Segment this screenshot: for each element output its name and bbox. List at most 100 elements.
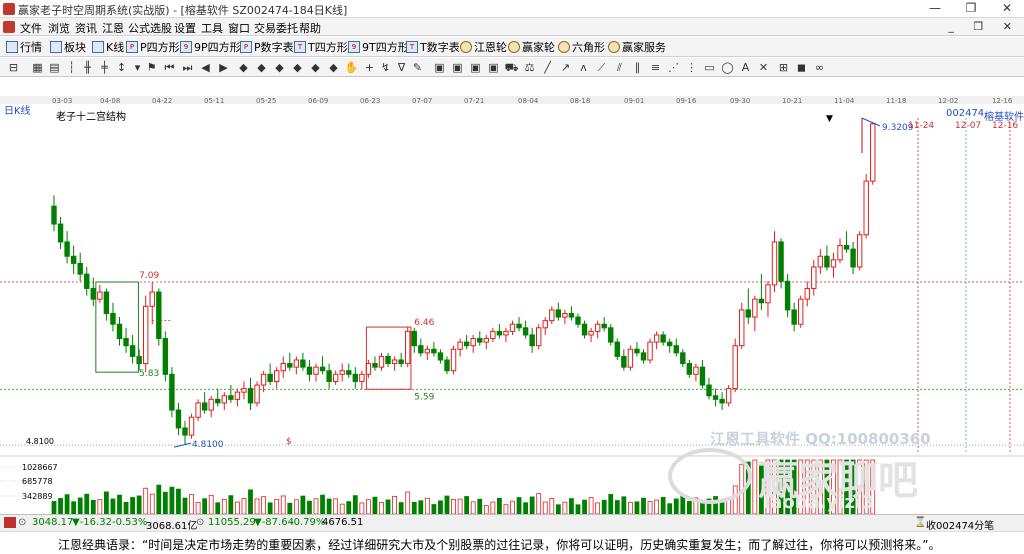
color-icon[interactable]: ◼	[794, 60, 809, 75]
period-icon[interactable]: ↕	[114, 60, 129, 75]
last-icon[interactable]: ⏭	[180, 60, 195, 75]
volume-bar	[719, 502, 725, 514]
hexagon-button[interactable]: 六角形	[558, 39, 605, 55]
infinity-icon[interactable]: ∞	[812, 60, 827, 75]
diamond-icon-1[interactable]: ◆	[236, 60, 251, 75]
table-icon[interactable]: ⊞	[776, 60, 791, 75]
p-square-button[interactable]: P P四方形	[126, 39, 180, 55]
first-icon[interactable]: ⏮	[162, 60, 177, 75]
export-icon[interactable]: ▣	[486, 60, 501, 75]
calc-icon[interactable]: ▣	[432, 60, 447, 75]
sz-index-pct: -0.79%	[290, 517, 326, 528]
t-table-button[interactable]: T T数字表	[406, 39, 460, 55]
volume-bar	[110, 498, 116, 514]
diamond-icon-6[interactable]: ◆	[326, 60, 341, 75]
kline-button[interactable]: K线	[92, 39, 124, 55]
candle	[693, 363, 699, 382]
parallel-icon[interactable]: ∥	[630, 60, 645, 75]
scale-icon[interactable]: ⚖	[522, 60, 537, 75]
fib-icon[interactable]: ≡	[648, 60, 663, 75]
kline-chart[interactable]: 03-03 04-08 04-22 05-11 05-25 06-09 06-23 07-07…	[0, 78, 1024, 514]
volume-bar	[130, 497, 136, 514]
car-icon[interactable]: ⛟	[504, 60, 519, 75]
hand-icon[interactable]: ✋	[344, 60, 359, 75]
zigzag-icon[interactable]: ʌ	[576, 60, 591, 75]
channel-icon[interactable]: ⫽	[612, 60, 627, 75]
menu-gann[interactable]: 江恩	[102, 20, 124, 36]
line-type-icon[interactable]: ╪	[97, 60, 112, 75]
p-table-button[interactable]: P P数字表	[240, 39, 294, 55]
diamond-icon-2[interactable]: ◆	[254, 60, 269, 75]
candle	[195, 399, 201, 421]
menu-help[interactable]: 帮助	[299, 20, 321, 36]
dropdown-arrow-icon[interactable]: ▼	[826, 114, 833, 124]
arrow-tool-icon[interactable]: ↗	[558, 60, 573, 75]
9p-square-button[interactable]: 9 9P四方形	[180, 39, 241, 55]
fan-icon[interactable]: ⟋	[594, 60, 609, 75]
crosshair-icon[interactable]: +	[362, 60, 377, 75]
sector-button[interactable]: 板块	[50, 39, 86, 55]
forward-icon[interactable]: ▶	[216, 60, 231, 75]
gann-wheel-button[interactable]: 江恩轮	[460, 39, 507, 55]
minimize-button[interactable]: —	[918, 0, 952, 18]
flag-icon[interactable]: ⚑	[144, 60, 159, 75]
text-icon[interactable]: A	[738, 60, 753, 75]
sector-icon	[50, 41, 62, 53]
diamond-icon-5[interactable]: ◆	[308, 60, 323, 75]
layout-icon[interactable]: ⊟	[6, 60, 21, 75]
volume-bar	[654, 499, 659, 514]
save-icon[interactable]: ▣	[450, 60, 465, 75]
menu-settings[interactable]: 设置	[174, 20, 196, 36]
menu-news[interactable]: 资讯	[75, 20, 97, 36]
candle	[536, 324, 542, 350]
pen-icon[interactable]: ↯	[378, 60, 393, 75]
candle	[143, 295, 149, 373]
menu-window[interactable]: 窗口	[228, 20, 250, 36]
mdi-controls[interactable]: _ ❐ ✕	[948, 20, 1020, 33]
menu-file[interactable]: 文件	[20, 20, 42, 36]
line-tool-icon[interactable]: ╱	[540, 60, 555, 75]
tick-label[interactable]: 收002474分笔	[926, 517, 994, 532]
delete-icon[interactable]: ✕	[756, 60, 771, 75]
rect-icon[interactable]: ▭	[702, 60, 717, 75]
gann-fan-icon[interactable]: ⋰	[666, 60, 681, 75]
diamond-icon-3[interactable]: ◆	[272, 60, 287, 75]
candle	[201, 392, 208, 414]
candle	[359, 370, 365, 390]
maximize-button[interactable]: ❐	[954, 0, 988, 18]
volume-bar	[529, 496, 535, 514]
print-icon[interactable]: ▣	[468, 60, 483, 75]
t-square-button[interactable]: T T四方形	[294, 39, 348, 55]
sh-index-value[interactable]: 3048.17	[32, 517, 73, 528]
candle	[856, 231, 863, 271]
menu-formula[interactable]: 公式选股	[128, 20, 172, 36]
winner-wheel-button[interactable]: 赢家轮	[508, 39, 555, 55]
menu-tools[interactable]: 工具	[201, 20, 223, 36]
menu-trade[interactable]: 交易委托	[254, 20, 298, 36]
back-icon[interactable]: ◀	[198, 60, 213, 75]
sz-index-value[interactable]: 11055.29	[208, 517, 256, 528]
close-button[interactable]: ✕	[990, 0, 1024, 18]
date-tick-label: 07-07	[412, 97, 432, 105]
menu-browse[interactable]: 浏览	[48, 20, 70, 36]
candle	[84, 266, 90, 296]
cycle-icon[interactable]: ⋮	[684, 60, 699, 75]
diamond-icon-4[interactable]: ◆	[290, 60, 305, 75]
winner-service-button[interactable]: 赢家服务	[608, 39, 666, 55]
bar-type-icon[interactable]: ╫	[80, 60, 95, 75]
candle-type-icon[interactable]: ┆	[64, 60, 79, 75]
ellipse-icon[interactable]: ◯	[720, 60, 735, 75]
volume-bar	[392, 495, 398, 514]
tool-icon[interactable]: ✎	[410, 60, 425, 75]
magnet-icon[interactable]: ∇	[394, 60, 409, 75]
candle	[346, 363, 352, 378]
dropdown-icon[interactable]: ▾	[130, 60, 145, 75]
list-view-icon[interactable]: ▤	[47, 60, 62, 75]
candle	[188, 413, 195, 439]
grid-view-icon[interactable]: ▦	[30, 60, 45, 75]
volume-bar	[490, 501, 496, 514]
quote-button[interactable]: 行情	[6, 39, 42, 55]
candle	[405, 327, 411, 368]
9t-square-button[interactable]: 9 9T四方形	[348, 39, 409, 55]
candle	[647, 338, 653, 364]
